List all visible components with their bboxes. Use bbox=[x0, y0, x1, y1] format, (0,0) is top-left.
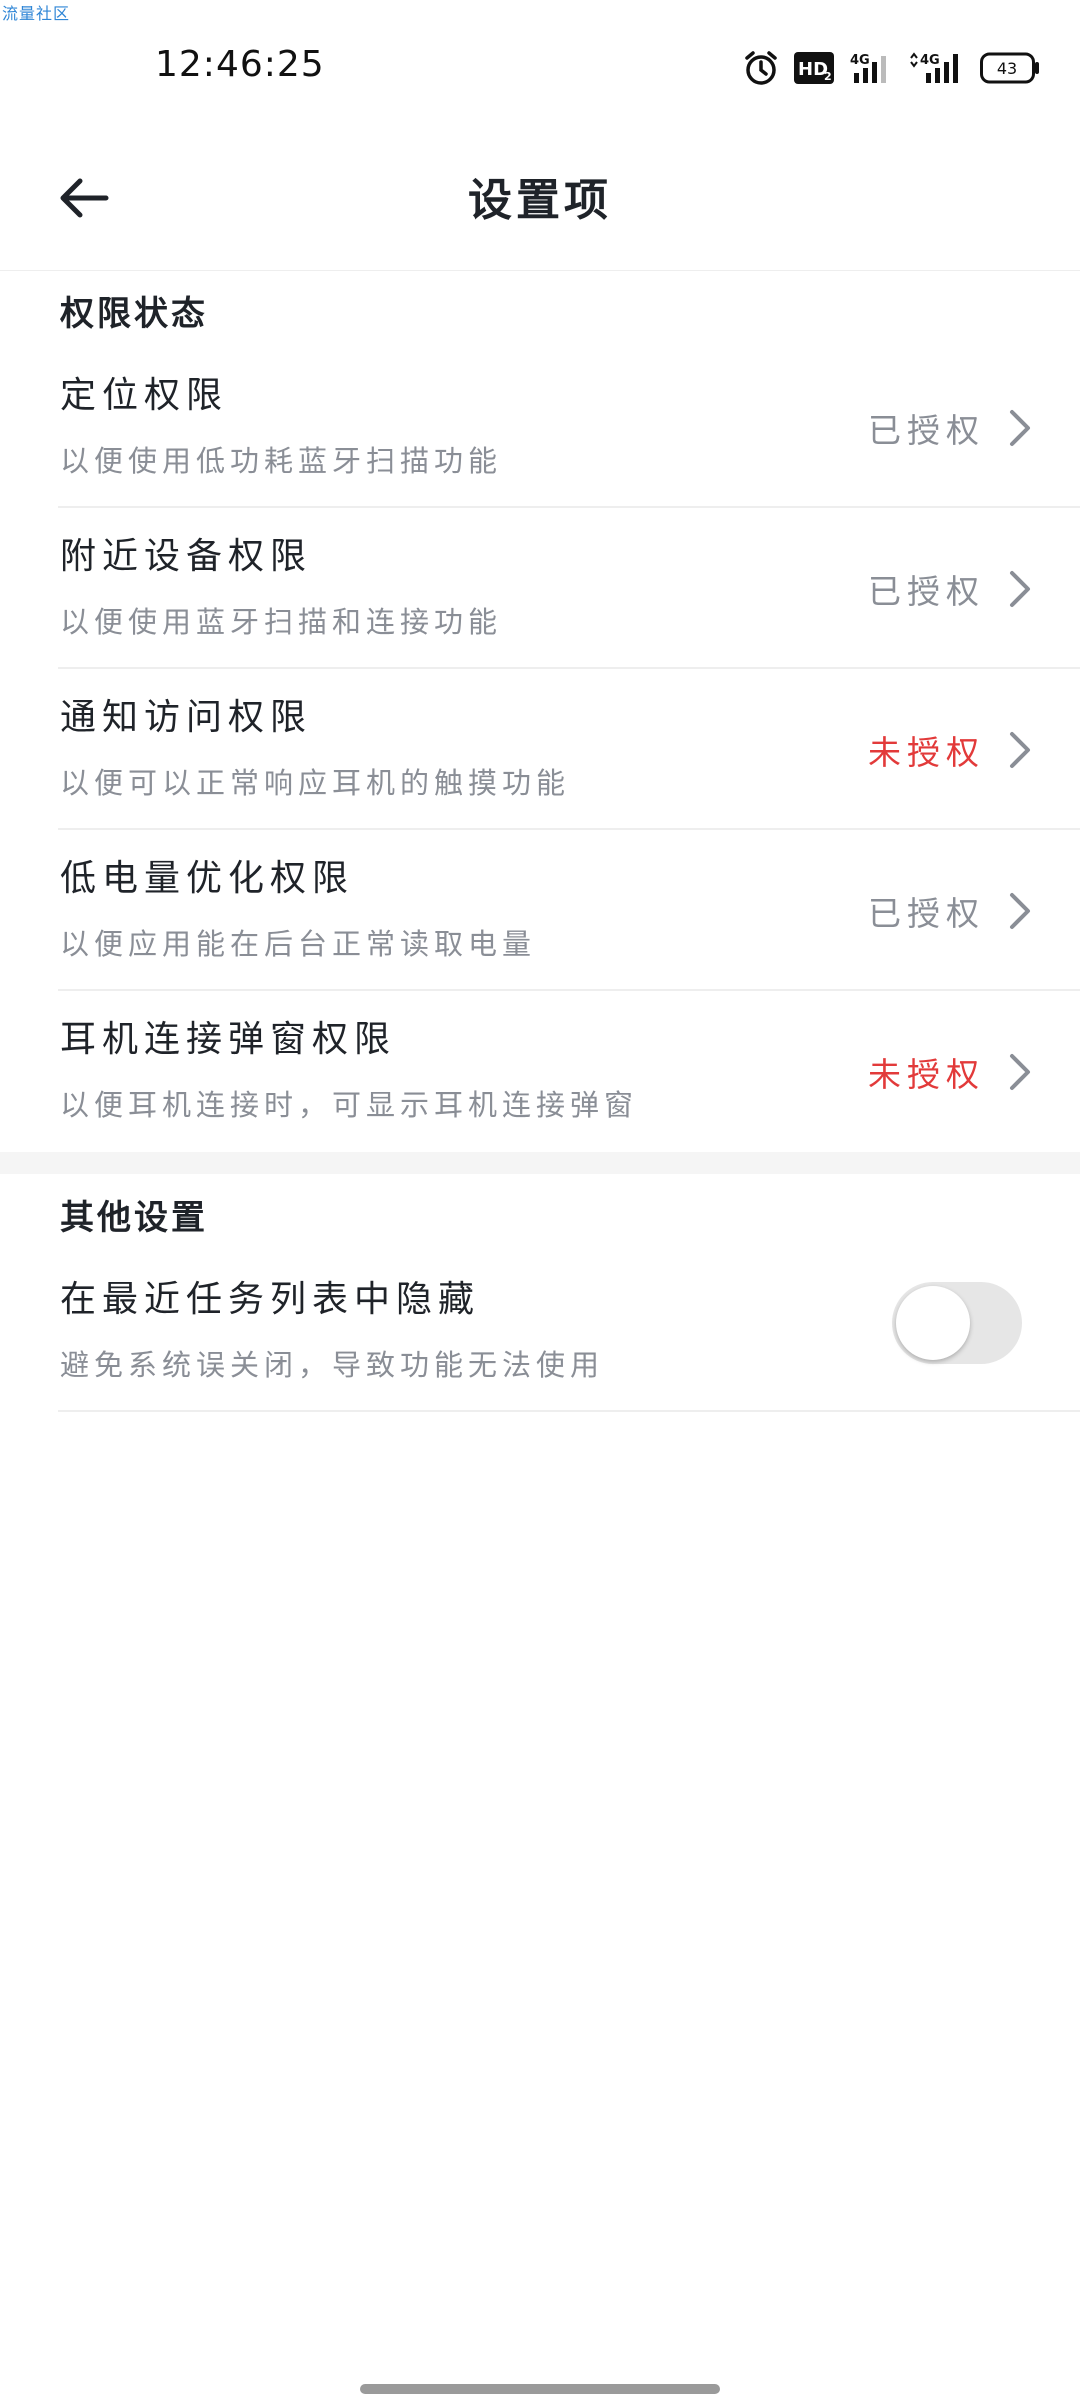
row-title: 附近设备权限 bbox=[60, 536, 313, 577]
status-granted: 已授权 bbox=[868, 411, 985, 450]
hd-icon: HD 2 bbox=[794, 52, 834, 84]
row-subtitle: 以便应用能在后台正常读取电量 bbox=[60, 927, 537, 961]
signal-4g-icon: 4G bbox=[850, 51, 892, 85]
hide-from-recents-toggle[interactable] bbox=[892, 1282, 1022, 1364]
net-label-1: 4G bbox=[850, 53, 870, 68]
status-bar: 12:46:25 HD 2 4G 4G 43 bbox=[0, 0, 1080, 140]
row-subtitle: 以便使用低功耗蓝牙扫描功能 bbox=[60, 444, 503, 478]
hd-sub: 2 bbox=[824, 70, 832, 83]
signal-4g-icon: 4G bbox=[908, 51, 964, 85]
row-subtitle: 以便可以正常响应耳机的触摸功能 bbox=[60, 766, 571, 800]
section-title-permissions: 权限状态 bbox=[60, 294, 208, 334]
row-subtitle: 以便耳机连接时，可显示耳机连接弹窗 bbox=[60, 1088, 639, 1122]
chevron-right-icon bbox=[1000, 565, 1040, 613]
chevron-right-icon bbox=[1000, 887, 1040, 935]
row-subtitle: 避免系统误关闭，导致功能无法使用 bbox=[60, 1348, 605, 1382]
section-title-other-settings: 其他设置 bbox=[60, 1198, 208, 1238]
row-title: 通知访问权限 bbox=[60, 697, 313, 738]
nav-bar: 设置项 bbox=[0, 140, 1080, 271]
permission-row-notification-access[interactable]: 通知访问权限 以便可以正常响应耳机的触摸功能 未授权 bbox=[58, 670, 1080, 830]
status-granted: 已授权 bbox=[868, 572, 985, 611]
row-title: 定位权限 bbox=[60, 375, 229, 416]
battery-icon: 43 bbox=[980, 52, 1040, 84]
row-subtitle: 以便使用蓝牙扫描和连接功能 bbox=[60, 605, 503, 639]
home-indicator[interactable] bbox=[360, 2384, 720, 2394]
chevron-right-icon bbox=[1000, 726, 1040, 774]
chevron-right-icon bbox=[1000, 404, 1040, 452]
permission-row-battery-optimization[interactable]: 低电量优化权限 以便应用能在后台正常读取电量 已授权 bbox=[58, 831, 1080, 991]
status-denied: 未授权 bbox=[868, 733, 985, 772]
alarm-icon bbox=[744, 50, 778, 86]
section-divider bbox=[0, 1152, 1080, 1174]
row-title: 低电量优化权限 bbox=[60, 858, 355, 899]
status-denied: 未授权 bbox=[868, 1055, 985, 1094]
row-title: 在最近任务列表中隐藏 bbox=[60, 1279, 481, 1320]
chevron-right-icon bbox=[1000, 1048, 1040, 1096]
setting-row-hide-from-recents[interactable]: 在最近任务列表中隐藏 避免系统误关闭，导致功能无法使用 bbox=[58, 1252, 1080, 1412]
status-icons: HD 2 4G 4G 43 bbox=[744, 48, 1040, 88]
page-title: 设置项 bbox=[468, 175, 612, 226]
battery-level: 43 bbox=[997, 59, 1017, 78]
net-label-2: 4G bbox=[920, 53, 940, 68]
status-granted: 已授权 bbox=[868, 894, 985, 933]
permission-row-earphone-popup[interactable]: 耳机连接弹窗权限 以便耳机连接时，可显示耳机连接弹窗 未授权 bbox=[58, 992, 1080, 1152]
permission-row-location[interactable]: 定位权限 以便使用低功耗蓝牙扫描功能 已授权 bbox=[58, 348, 1080, 508]
row-title: 耳机连接弹窗权限 bbox=[60, 1019, 397, 1060]
status-time: 12:46:25 bbox=[155, 44, 325, 85]
permission-row-nearby-devices[interactable]: 附近设备权限 以便使用蓝牙扫描和连接功能 已授权 bbox=[58, 509, 1080, 669]
toggle-knob bbox=[896, 1286, 970, 1360]
